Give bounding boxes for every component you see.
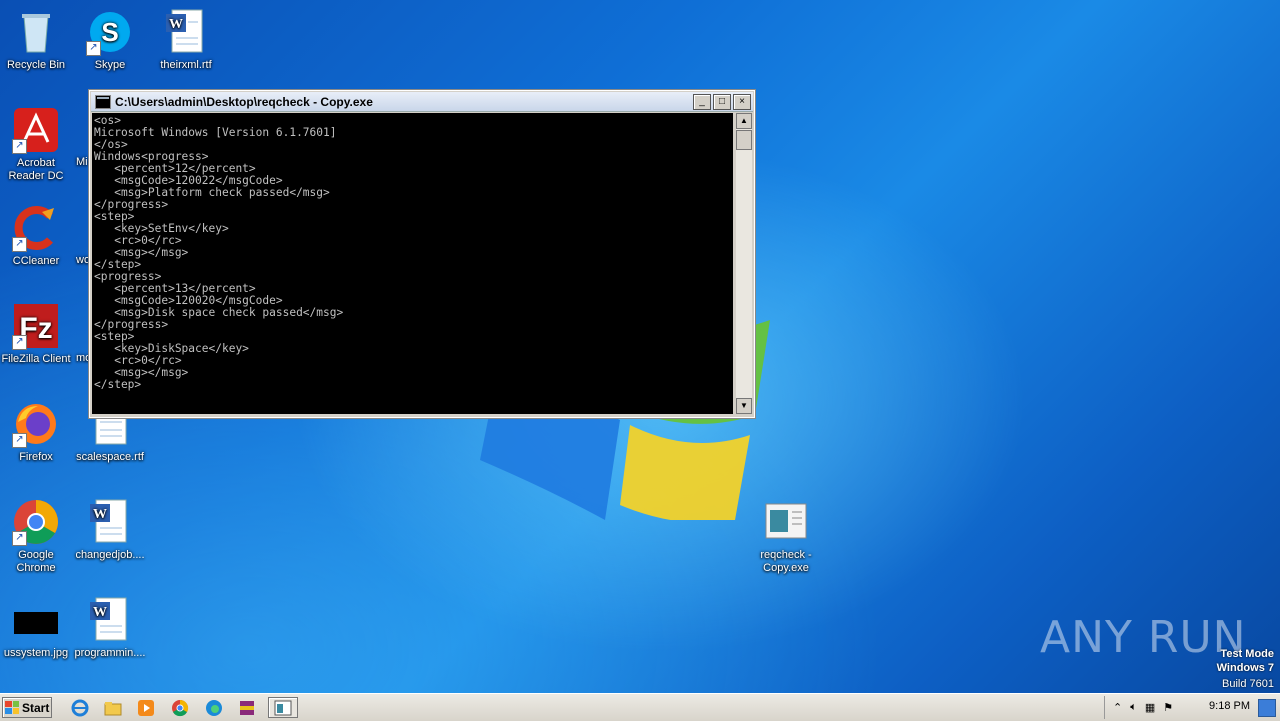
svg-text:W: W (93, 605, 107, 620)
desktop-icon-label: Recycle Bin (6, 59, 66, 71)
shortcut-arrow-icon: ↗ (12, 237, 27, 252)
taskbar: Start ⌃ 🔈︎ ▦ ⚑ 9:18 PM (0, 693, 1280, 721)
desktop-icon-partial-wo[interactable]: wo (58, 254, 91, 267)
build-text: Build 7601 (1222, 678, 1274, 690)
shortcut-arrow-icon: ↗ (12, 433, 27, 448)
desktop-icon-skype[interactable]: S ↗ Skype (74, 8, 146, 72)
console-output-text: <os> Microsoft Windows [Version 6.1.7601… (94, 114, 344, 391)
svg-text:W: W (169, 17, 183, 32)
svg-text:W: W (93, 507, 107, 522)
skype-icon: S ↗ (86, 8, 134, 56)
word-document-icon: W (86, 596, 134, 644)
desktop-icon-label: Mi (76, 156, 88, 168)
desktop-icon-label: wo (76, 254, 91, 266)
desktop-icon-theirxml[interactable]: W theirxml.rtf (150, 8, 222, 72)
desktop-icon-firefox[interactable]: ↗ Firefox (0, 400, 72, 464)
console-vertical-scrollbar[interactable]: ▲ ▼ (736, 113, 752, 414)
firefox-icon: ↗ (12, 400, 60, 448)
taskbar-explorer-button[interactable] (101, 697, 125, 718)
desktop-icon-label: ussystem.jpg (3, 647, 69, 659)
scroll-down-arrow-icon[interactable]: ▼ (736, 398, 752, 414)
shortcut-arrow-icon: ↗ (86, 41, 101, 56)
svg-text:S: S (101, 17, 118, 47)
maximize-button[interactable]: □ (713, 93, 731, 110)
shortcut-arrow-icon: ↗ (12, 139, 27, 154)
internet-explorer-icon (71, 699, 89, 716)
word-document-icon: W (86, 498, 134, 546)
test-mode-text: Test Mode (1220, 648, 1274, 660)
anyrun-watermark: ANY RUN (1040, 612, 1247, 663)
ccleaner-icon: ↗ (12, 204, 60, 252)
console-output-area[interactable]: <os> Microsoft Windows [Version 6.1.7601… (92, 113, 733, 414)
desktop-icon-label: programmin.... (74, 647, 146, 659)
word-document-icon: W (162, 8, 210, 56)
start-label: Start (22, 700, 50, 715)
desktop-icon-ussystem[interactable]: ussystem.jpg (0, 596, 72, 660)
image-file-icon (12, 596, 60, 644)
desktop-icon-programming[interactable]: W programmin.... (74, 596, 146, 660)
scroll-thumb[interactable] (736, 130, 752, 150)
recycle-bin-icon (12, 8, 60, 56)
executable-icon (762, 498, 810, 546)
desktop-icon-recycle-bin[interactable]: Recycle Bin (0, 8, 72, 72)
taskbar-reqcheck-button[interactable] (268, 697, 298, 718)
start-button[interactable]: Start (2, 697, 52, 718)
console-titlebar[interactable]: C:\Users\admin\Desktop\reqcheck - Copy.e… (91, 92, 753, 112)
scroll-up-arrow-icon[interactable]: ▲ (736, 113, 752, 129)
desktop-icon-label: Google Chrome (16, 549, 56, 574)
winrar-icon (240, 700, 254, 715)
filezilla-icon: Fz ↗ (12, 302, 60, 350)
desktop-icon-partial-mi[interactable]: Mi (58, 156, 88, 169)
desktop-icon-label: Skype (94, 59, 126, 71)
folder-icon (104, 701, 122, 715)
taskbar-edge-button[interactable] (202, 697, 226, 718)
windows-start-icon (5, 701, 19, 714)
desktop-icon-label: mo (76, 352, 92, 364)
network-icon[interactable]: ▦ (1145, 701, 1155, 714)
console-window[interactable]: C:\Users\admin\Desktop\reqcheck - Copy.e… (88, 89, 756, 419)
show-desktop-icon[interactable] (1258, 699, 1276, 717)
desktop-icon-chrome[interactable]: ↗ Google Chrome (0, 498, 72, 575)
volume-icon[interactable]: 🔈︎ (1130, 701, 1137, 714)
desktop-icon-label: reqcheck - Copy.exe (760, 549, 812, 574)
chrome-icon (172, 699, 189, 716)
desktop-icon-label: scalespace.rtf (76, 451, 144, 463)
desktop-icon-label: Firefox (19, 451, 53, 463)
shortcut-arrow-icon: ↗ (12, 335, 27, 350)
desktop-icon-reqcheck[interactable]: reqcheck - Copy.exe (750, 498, 822, 575)
taskbar-winrar-button[interactable] (235, 697, 259, 718)
shortcut-arrow-icon: ↗ (12, 531, 27, 546)
show-hidden-icons-icon[interactable]: ⌃ (1113, 701, 1122, 714)
system-tray: ⌃ 🔈︎ ▦ ⚑ (1104, 696, 1280, 719)
desktop-icon-label: changedjob.... (75, 549, 145, 561)
windows-version-text: Windows 7 (1216, 662, 1274, 674)
edge-icon (206, 699, 222, 716)
desktop-icon-label: theirxml.rtf (160, 59, 212, 71)
console-window-icon[interactable] (95, 94, 111, 109)
acrobat-icon: ↗ (12, 106, 60, 154)
taskbar-clock[interactable]: 9:18 PM (1209, 700, 1250, 712)
action-center-flag-icon[interactable]: ⚑ (1163, 701, 1173, 714)
console-title: C:\Users\admin\Desktop\reqcheck - Copy.e… (115, 94, 373, 109)
chrome-icon: ↗ (12, 498, 60, 546)
minimize-button[interactable]: _ (693, 93, 711, 110)
close-button[interactable]: × (733, 93, 751, 110)
desktop-icon-changedjob[interactable]: W changedjob.... (74, 498, 146, 562)
media-player-icon (138, 699, 154, 716)
taskbar-ie-button[interactable] (68, 697, 92, 718)
console-app-icon (274, 700, 292, 715)
desktop-icon-acrobat[interactable]: ↗ Acrobat Reader DC (0, 106, 72, 183)
desktop-icon-partial-mo[interactable]: mo (58, 352, 92, 365)
taskbar-media-player-button[interactable] (134, 697, 158, 718)
taskbar-chrome-button[interactable] (168, 697, 192, 718)
